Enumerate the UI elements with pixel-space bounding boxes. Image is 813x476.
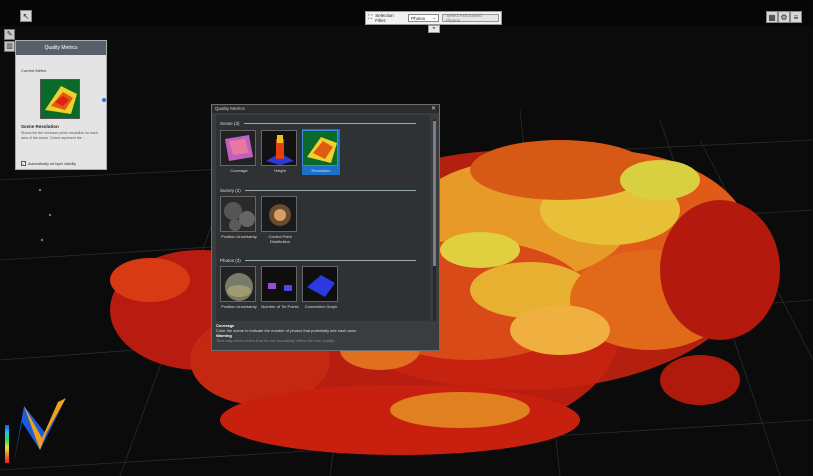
current-metric-label: Current Metric [21,68,47,73]
tile-label: Height [274,168,286,173]
select-associated-photos-button[interactable]: Select Associated Photos [442,13,499,23]
metric-tile-survey-position-uncertainty[interactable]: Position Uncertainty [220,196,258,239]
selection-filter-dropdown[interactable]: Photos ⌄ [408,14,440,22]
section-title: Scene (3) [220,121,240,126]
metric-tile-coverage[interactable]: Coverage [220,130,258,173]
metric-tile-number-of-tie-points[interactable]: Number of Tie Points [261,266,299,309]
dialog-scrollbar[interactable] [433,119,436,321]
tile-label: Position Uncertainty [221,304,257,309]
brush-icon[interactable]: ✎ [4,29,15,40]
tile-label: Connection Graph [304,304,338,309]
panel-title: Quality Metrics [16,41,106,55]
tile-label: Number of Tie Points [261,304,299,309]
metrics-gallery: Scene (3) Coverage Height Resolution Sur… [216,115,430,321]
grid-icon[interactable]: ▦ [766,11,778,23]
selection-filter-bar: ⛶ Selection Filter: Photos ⌄ Select Asso… [365,11,502,25]
app-logo [14,398,66,462]
metric-tile-control-point-distribution[interactable]: Control Point Distribution [261,196,299,244]
layers-icon[interactable]: ≡ [790,11,802,23]
warning-text: Tiles may show colors that do not accura… [216,338,337,343]
section-title: Photos (3) [220,258,241,263]
metric-description: Shows the the minimum photo resolution f… [21,131,98,140]
section-scene: Scene (3) [220,121,416,126]
tile-label: Control Point Distribution [268,234,292,244]
metric-tile-connection-graph[interactable]: Connection Graph [302,266,340,309]
metric-description-area: Coverage Color the scene to indicate the… [216,323,436,350]
section-title: Survey (2) [220,188,241,193]
checkbox-icon: ✓ [21,161,26,166]
metric-tile-resolution[interactable]: Resolution [302,129,340,175]
selection-filter-value: Photos [411,15,426,21]
chart-icon[interactable]: ▥ [4,41,15,52]
cursor-icon[interactable]: ↖ [20,10,32,22]
auto-visibility-checkbox[interactable]: ✓ Automatically set layer visibility [21,161,76,166]
current-metric-thumbnail[interactable] [40,79,80,119]
checkbox-label: Automatically set layer visibility [28,161,77,166]
dialog-titlebar: Quality Metrics ✕ [212,105,439,113]
dialog-title: Quality Metrics [215,106,245,111]
tile-label: Coverage [230,168,248,173]
quality-metrics-dialog: Quality Metrics ✕ Scene (3) Coverage Hei… [211,104,440,351]
tile-label: Position Uncertainty [221,234,257,239]
selection-filter-label: Selection Filter: [375,13,394,23]
pin-icon[interactable]: ⌖ [428,25,440,33]
filter-icon: ⛶ [368,14,373,21]
chevron-down-icon: ⌄ [432,15,437,20]
metric-indicator [102,98,106,102]
section-survey: Survey (2) [220,188,416,193]
quality-metrics-panel: Quality Metrics Current Metric Scene Res… [15,40,107,170]
metric-title: Scene Resolution [21,124,59,129]
scrollbar-thumb[interactable] [433,121,436,266]
metric-tile-height[interactable]: Height [261,130,299,173]
metric-tile-photos-position-uncertainty[interactable]: Position Uncertainty [220,266,258,309]
tile-label: Resolution [311,168,331,173]
settings-icon[interactable]: ⚙ [778,11,790,23]
section-photos: Photos (3) [220,258,416,263]
close-icon[interactable]: ✕ [431,105,436,113]
